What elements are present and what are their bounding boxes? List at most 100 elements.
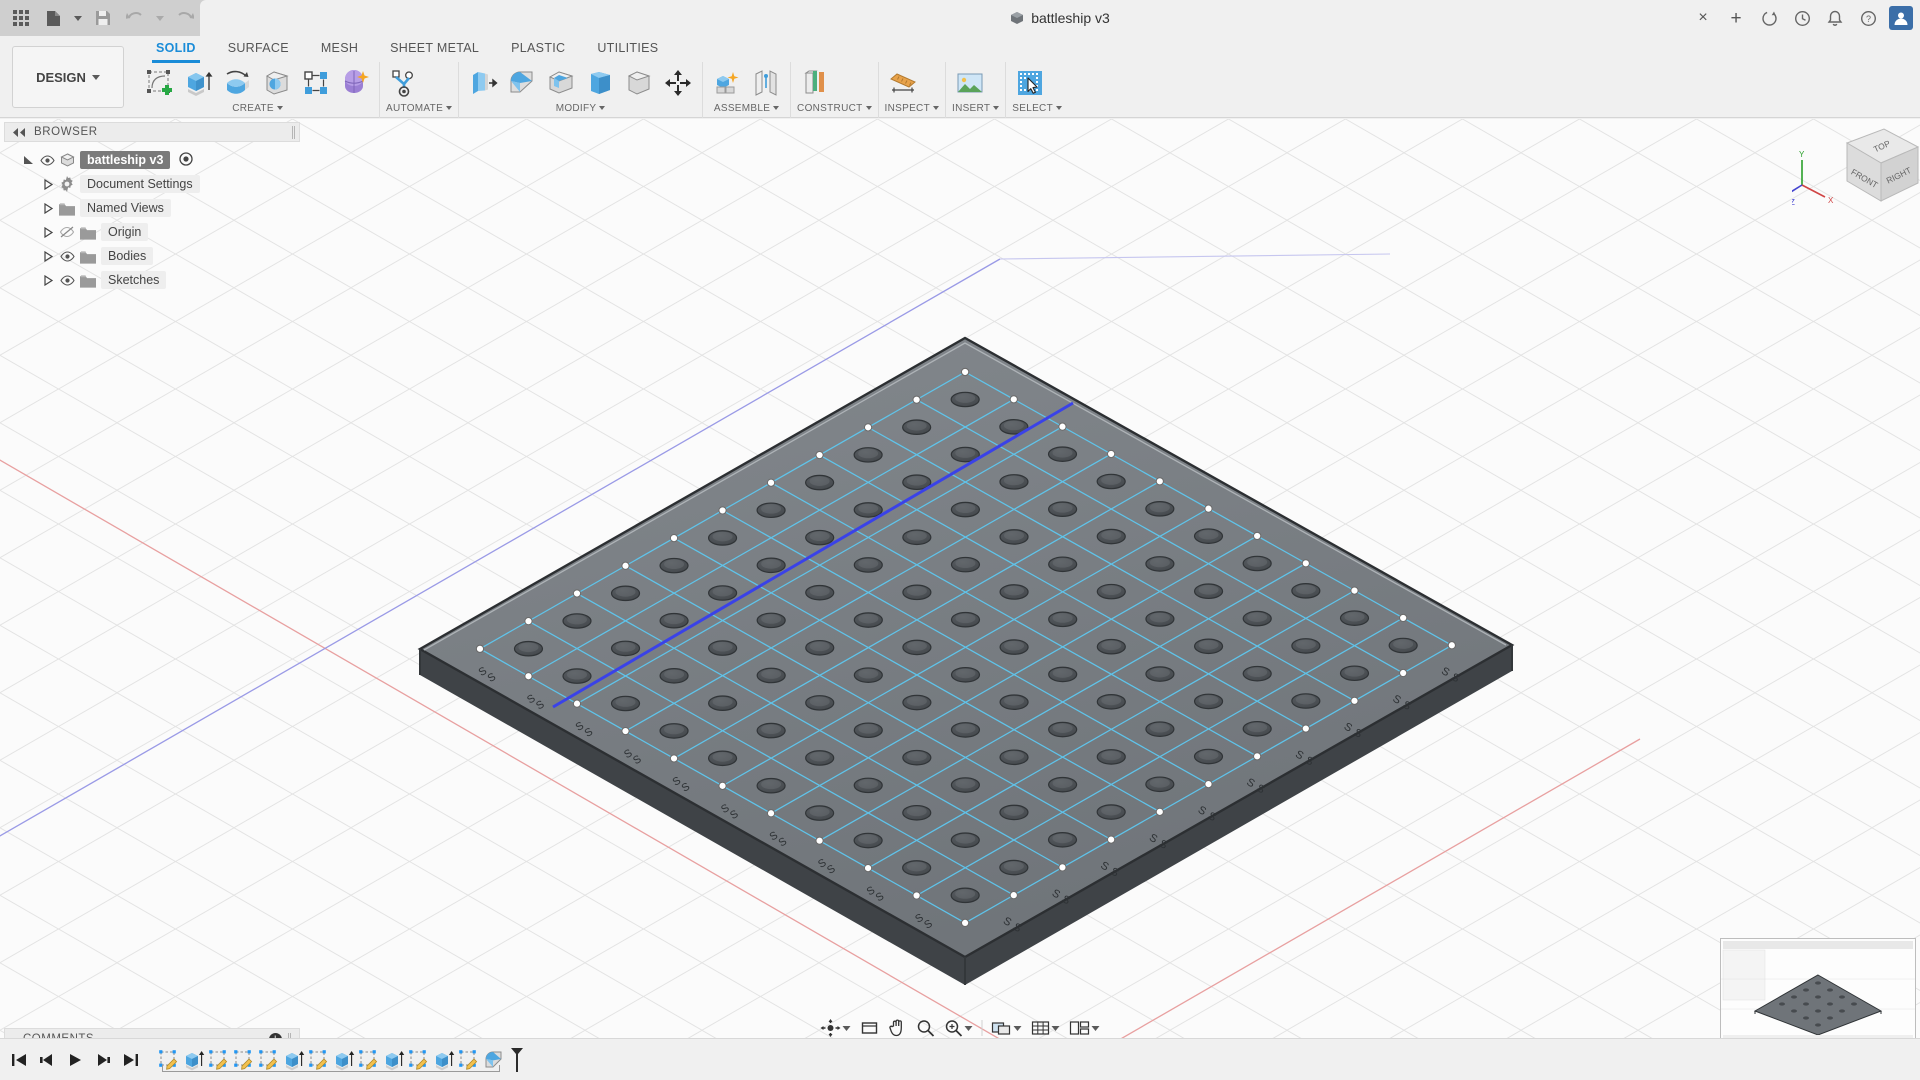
axis-label-x: X	[1828, 196, 1834, 205]
help-icon[interactable]: ?	[1853, 3, 1883, 33]
revolve-icon[interactable]	[220, 64, 256, 102]
browser-item-label: Origin	[101, 223, 149, 241]
title-bar-left-tools	[0, 0, 218, 36]
step-back-icon[interactable]	[38, 1051, 56, 1069]
workspace-selector[interactable]: DESIGN	[12, 46, 124, 108]
panel-select-label[interactable]: SELECT	[1012, 103, 1062, 114]
folder-icon	[80, 250, 96, 264]
visibility-eye-icon[interactable]	[59, 273, 75, 287]
folder-icon	[80, 274, 96, 288]
plus-icon[interactable]: +	[1721, 3, 1751, 33]
browser-item-label: Bodies	[101, 247, 154, 265]
select-cursor-icon[interactable]	[1012, 64, 1048, 102]
mini-preview-thumbnail[interactable]	[1720, 938, 1916, 1046]
go-to-end-icon[interactable]	[122, 1051, 140, 1069]
avatar[interactable]	[1886, 3, 1916, 33]
browser-resize-grip[interactable]	[292, 125, 295, 139]
panel-inspect-label[interactable]: INSPECT	[885, 103, 939, 114]
pattern-icon[interactable]	[298, 64, 334, 102]
ribbon-panels: CREATE AUTOMATE MODIFY ASSEMBLE CONSTRUC…	[136, 62, 1920, 118]
browser-item-origin[interactable]: Origin	[4, 220, 300, 244]
sweep-icon[interactable]	[259, 64, 295, 102]
axis-label-y: Y	[1799, 150, 1805, 159]
folder-icon	[59, 202, 75, 216]
panel-insert-label[interactable]: INSERT	[952, 103, 1000, 114]
app-grid-icon[interactable]	[6, 3, 36, 33]
form-icon[interactable]	[337, 64, 373, 102]
file-icon[interactable]	[38, 3, 68, 33]
press-pull-icon[interactable]	[465, 64, 501, 102]
play-icon[interactable]	[66, 1051, 84, 1069]
collapse-left-icon	[13, 127, 25, 137]
browser-item-document-settings[interactable]: Document Settings	[4, 172, 300, 196]
timeline-track[interactable]	[162, 1064, 500, 1072]
browser-item-label: Document Settings	[80, 175, 200, 193]
expand-triangle-icon[interactable]	[42, 178, 54, 190]
browser-item-root[interactable]: battleship v3	[4, 148, 300, 172]
panel-modify-text: MODIFY	[555, 103, 597, 114]
panel-automate-text: AUTOMATE	[386, 103, 444, 114]
scale-icon[interactable]	[621, 64, 657, 102]
go-to-start-icon[interactable]	[10, 1051, 28, 1069]
bell-icon[interactable]	[1820, 3, 1850, 33]
tab-mesh[interactable]: MESH	[305, 39, 374, 61]
undo-icon[interactable]	[120, 3, 150, 33]
tab-surface[interactable]: SURFACE	[212, 39, 305, 61]
new-component-icon[interactable]	[709, 64, 745, 102]
refresh-icon[interactable]	[1754, 3, 1784, 33]
measure-icon[interactable]	[885, 64, 921, 102]
document-title-label: battleship v3	[1031, 10, 1110, 26]
view-cube[interactable]: Y X Z TOP FRONT RIGHT	[1785, 125, 1920, 225]
component-icon	[1011, 12, 1024, 24]
browser-item-named-views[interactable]: Named Views	[4, 196, 300, 220]
draft-icon[interactable]	[582, 64, 618, 102]
panel-modify-label[interactable]: MODIFY	[465, 103, 696, 114]
tab-sheet-metal[interactable]: SHEET METAL	[374, 39, 495, 61]
close-tab-label: ×	[1698, 9, 1708, 26]
insert-mcmaster-icon[interactable]	[952, 64, 988, 102]
panel-assemble-text: ASSEMBLE	[713, 103, 771, 114]
tab-plastic[interactable]: PLASTIC	[495, 39, 581, 61]
browser-item-bodies[interactable]: Bodies	[4, 244, 300, 268]
panel-construct-label[interactable]: CONSTRUCT	[797, 103, 872, 114]
automated-modeling-icon[interactable]	[386, 64, 422, 102]
document-tab[interactable]: battleship v3	[200, 0, 1920, 36]
shell-icon[interactable]	[543, 64, 579, 102]
create-sketch-icon[interactable]	[142, 64, 178, 102]
panel-create-label[interactable]: CREATE	[142, 103, 373, 114]
fillet-icon[interactable]	[504, 64, 540, 102]
expand-triangle-icon[interactable]	[42, 226, 54, 238]
offset-plane-icon[interactable]	[797, 64, 833, 102]
panel-assemble-label[interactable]: ASSEMBLE	[709, 103, 784, 114]
panel-automate-label[interactable]: AUTOMATE	[386, 103, 453, 114]
clock-icon[interactable]	[1787, 3, 1817, 33]
viewport-canvas[interactable]: SSSSSSSSSSSSSSSSSSSSSSSSSSSSSSSSSSSSSSSS…	[0, 119, 1920, 1080]
timeline-end-marker[interactable]	[508, 1047, 526, 1073]
undo-dropdown-icon[interactable]	[152, 3, 168, 33]
browser-item-sketches[interactable]: Sketches	[4, 268, 300, 292]
panel-automate: AUTOMATE	[379, 62, 458, 118]
workspace-label: DESIGN	[36, 69, 86, 85]
file-dropdown-icon[interactable]	[70, 3, 86, 33]
redo-icon[interactable]	[170, 3, 200, 33]
step-forward-icon[interactable]	[94, 1051, 112, 1069]
save-icon[interactable]	[88, 3, 118, 33]
document-tab-strip: battleship v3	[200, 0, 1920, 36]
ribbon-tabs: SOLID SURFACE MESH SHEET METAL PLASTIC U…	[140, 39, 674, 63]
visibility-eye-icon[interactable]	[59, 249, 75, 263]
browser-panel: BROWSER battleship v3 Document Settings …	[4, 122, 300, 292]
move-copy-icon[interactable]	[660, 64, 696, 102]
joint-icon[interactable]	[748, 64, 784, 102]
close-icon[interactable]: ×	[1688, 3, 1718, 33]
tab-utilities[interactable]: UTILITIES	[581, 39, 674, 61]
expand-triangle-icon[interactable]	[42, 202, 54, 214]
activate-component-icon[interactable]	[179, 151, 194, 169]
expand-triangle-icon[interactable]	[42, 250, 54, 262]
browser-item-label: Sketches	[101, 271, 167, 289]
visibility-hidden-eye-icon[interactable]	[59, 225, 75, 239]
expand-triangle-icon[interactable]	[22, 154, 34, 166]
tab-solid[interactable]: SOLID	[140, 39, 212, 63]
expand-triangle-icon[interactable]	[42, 274, 54, 286]
visibility-eye-icon[interactable]	[39, 153, 55, 167]
extrude-icon[interactable]	[181, 64, 217, 102]
